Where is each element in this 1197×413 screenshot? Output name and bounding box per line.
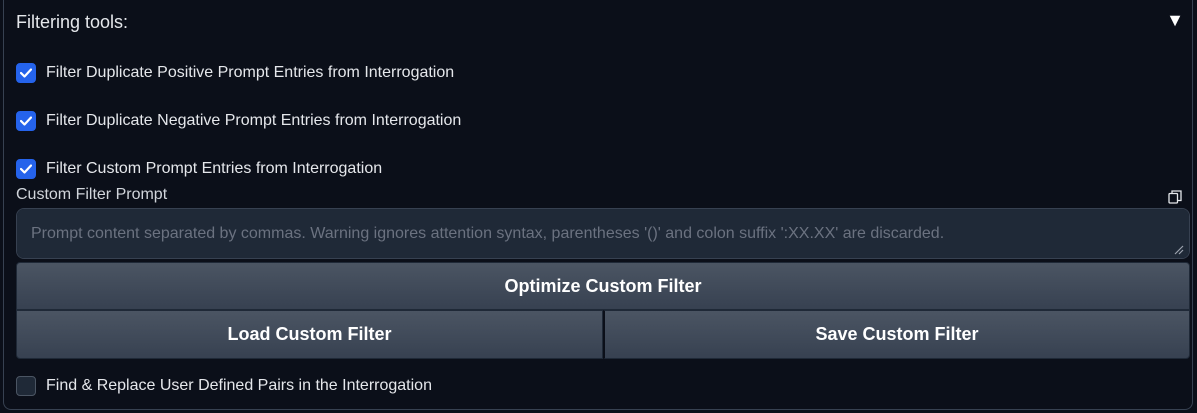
checkbox-positive[interactable] <box>16 63 36 83</box>
collapse-arrow-icon[interactable]: ▼ <box>1166 10 1184 31</box>
load-custom-filter-button[interactable]: Load Custom Filter <box>16 310 603 359</box>
save-custom-filter-button[interactable]: Save Custom Filter <box>603 310 1190 359</box>
copy-icon[interactable] <box>1168 190 1182 204</box>
checkbox-label: Filter Custom Prompt Entries from Interr… <box>46 160 383 177</box>
optimize-custom-filter-button[interactable]: Optimize Custom Filter <box>16 262 1190 310</box>
checkmark-icon <box>20 116 32 126</box>
checkbox-row-negative[interactable]: Filter Duplicate Negative Prompt Entries… <box>16 110 461 132</box>
custom-filter-label: Custom Filter Prompt <box>16 186 168 203</box>
custom-filter-input[interactable] <box>16 208 1190 259</box>
checkmark-icon <box>20 68 32 78</box>
checkbox-label: Filter Duplicate Positive Prompt Entries… <box>46 64 455 81</box>
checkbox-row-positive[interactable]: Filter Duplicate Positive Prompt Entries… <box>16 62 454 84</box>
checkbox-row-custom[interactable]: Filter Custom Prompt Entries from Interr… <box>16 158 382 180</box>
checkbox-find-replace[interactable] <box>16 376 36 396</box>
checkmark-icon <box>20 164 32 174</box>
checkbox-label: Filter Duplicate Negative Prompt Entries… <box>46 112 462 129</box>
filtering-tools-panel: Filtering tools: ▼ Filter Duplicate Posi… <box>3 0 1193 410</box>
checkbox-negative[interactable] <box>16 111 36 131</box>
checkbox-row-find-replace[interactable]: Find & Replace User Defined Pairs in the… <box>16 375 432 397</box>
checkbox-custom[interactable] <box>16 159 36 179</box>
panel-title[interactable]: Filtering tools: <box>16 12 128 33</box>
resize-grip-icon[interactable] <box>1172 243 1184 255</box>
checkbox-label: Find & Replace User Defined Pairs in the… <box>46 377 432 394</box>
